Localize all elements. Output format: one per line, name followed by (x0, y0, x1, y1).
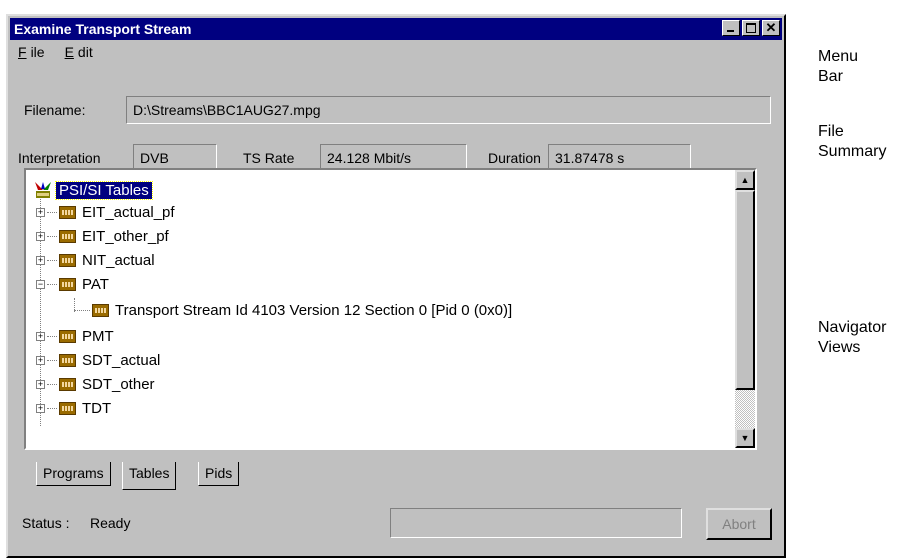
table-book-icon (59, 229, 76, 243)
close-icon[interactable]: ✕ (762, 20, 780, 36)
tree-item-label: EIT_actual_pf (82, 203, 175, 221)
tree-item-label: TDT (82, 399, 112, 417)
menu-bar: File Edit (14, 44, 97, 60)
window-controls: ✕ (722, 20, 780, 36)
table-book-icon (92, 303, 109, 317)
expand-icon[interactable]: + (36, 255, 45, 265)
tree-item-eit-other-pf[interactable]: + EIT_other_pf (36, 224, 169, 248)
table-book-icon (59, 353, 76, 367)
window-title: Examine Transport Stream (14, 21, 192, 37)
scroll-down-icon[interactable]: ▼ (735, 428, 755, 448)
vertical-scrollbar[interactable]: ▲ ▼ (735, 170, 755, 448)
status-value: Ready (90, 515, 131, 531)
expand-icon[interactable]: + (36, 207, 45, 217)
annotation-line: File (818, 123, 844, 140)
annotation-line: Menu (818, 48, 859, 65)
title-bar[interactable]: Examine Transport Stream ✕ (10, 18, 782, 40)
menu-file[interactable]: File (14, 44, 49, 60)
tree-item-label: NIT_actual (82, 251, 155, 269)
tree-connector (74, 309, 90, 311)
tree-item-eit-actual-pf[interactable]: + EIT_actual_pf (36, 200, 175, 224)
annotation-line: Bar (818, 68, 843, 85)
tree-item-tdt[interactable]: + TDT (36, 396, 111, 420)
tree-item-sdt-other[interactable]: + SDT_other (36, 372, 155, 396)
annotation-line: Summary (818, 143, 887, 160)
tree-item-pmt[interactable]: + PMT (36, 324, 114, 348)
annotation-line: Views (818, 339, 861, 356)
tree-item-label: SDT_actual (82, 351, 161, 369)
tree-item-pat-section[interactable]: Transport Stream Id 4103 Version 12 Sect… (74, 298, 512, 322)
tab-tables[interactable]: Tables (122, 462, 177, 490)
tree-connector (47, 283, 57, 285)
tree-item-label: Transport Stream Id 4103 Version 12 Sect… (115, 301, 513, 319)
tables-icon (34, 181, 52, 199)
tree-root-label: PSI/SI Tables (55, 180, 153, 200)
annotation-navigator-views: Navigator Views (818, 318, 886, 358)
tree-connector (47, 335, 57, 337)
tree-connector (47, 359, 57, 361)
expand-icon[interactable]: + (36, 403, 45, 413)
maximize-icon[interactable] (742, 20, 760, 36)
tree-item-nit-actual[interactable]: + NIT_actual (36, 248, 155, 272)
tree-content: PSI/SI Tables + EIT_actual_pf + EIT_othe… (26, 170, 735, 448)
expand-icon[interactable]: + (36, 379, 45, 389)
table-book-icon (59, 253, 76, 267)
scroll-thumb[interactable] (735, 190, 755, 390)
tree-root[interactable]: PSI/SI Tables (34, 178, 153, 202)
interpretation-label: Interpretation (18, 150, 101, 166)
annotation-file-summary: File Summary (818, 122, 886, 162)
tree-item-label: PAT (82, 275, 109, 293)
table-book-icon (59, 329, 76, 343)
tree-connector (47, 259, 57, 261)
scroll-up-icon[interactable]: ▲ (735, 170, 755, 190)
tab-programs[interactable]: Programs (36, 462, 111, 486)
tree-item-label: SDT_other (82, 375, 155, 393)
navigator-tree[interactable]: PSI/SI Tables + EIT_actual_pf + EIT_othe… (24, 168, 757, 450)
tree-connector (47, 211, 57, 213)
tree-connector (47, 407, 57, 409)
table-book-icon (59, 205, 76, 219)
tab-pids[interactable]: Pids (198, 462, 240, 486)
tree-item-sdt-actual[interactable]: + SDT_actual (36, 348, 160, 372)
tree-connector (47, 235, 57, 237)
table-book-icon (59, 277, 76, 291)
expand-icon[interactable]: + (36, 231, 45, 241)
table-book-icon (59, 377, 76, 391)
annotation-line: Navigator (818, 319, 887, 336)
menu-edit[interactable]: Edit (61, 44, 97, 60)
tree-connector (47, 383, 57, 385)
tsrate-label: TS Rate (243, 150, 295, 166)
filename-label: Filename: (24, 102, 86, 118)
annotation-menu-bar: Menu Bar (818, 47, 858, 87)
status-label: Status : (22, 515, 70, 531)
progress-field (390, 508, 682, 538)
collapse-icon[interactable]: − (36, 279, 45, 289)
filename-field[interactable]: D:\Streams\BBC1AUG27.mpg (126, 96, 771, 124)
duration-label: Duration (488, 150, 541, 166)
abort-button[interactable]: Abort (706, 508, 772, 540)
tree-item-label: PMT (82, 327, 114, 345)
tree-item-pat[interactable]: − PAT (36, 272, 109, 296)
table-book-icon (59, 401, 76, 415)
tree-item-label: EIT_other_pf (82, 227, 169, 245)
expand-icon[interactable]: + (36, 331, 45, 341)
minimize-icon[interactable] (722, 20, 740, 36)
expand-icon[interactable]: + (36, 355, 45, 365)
